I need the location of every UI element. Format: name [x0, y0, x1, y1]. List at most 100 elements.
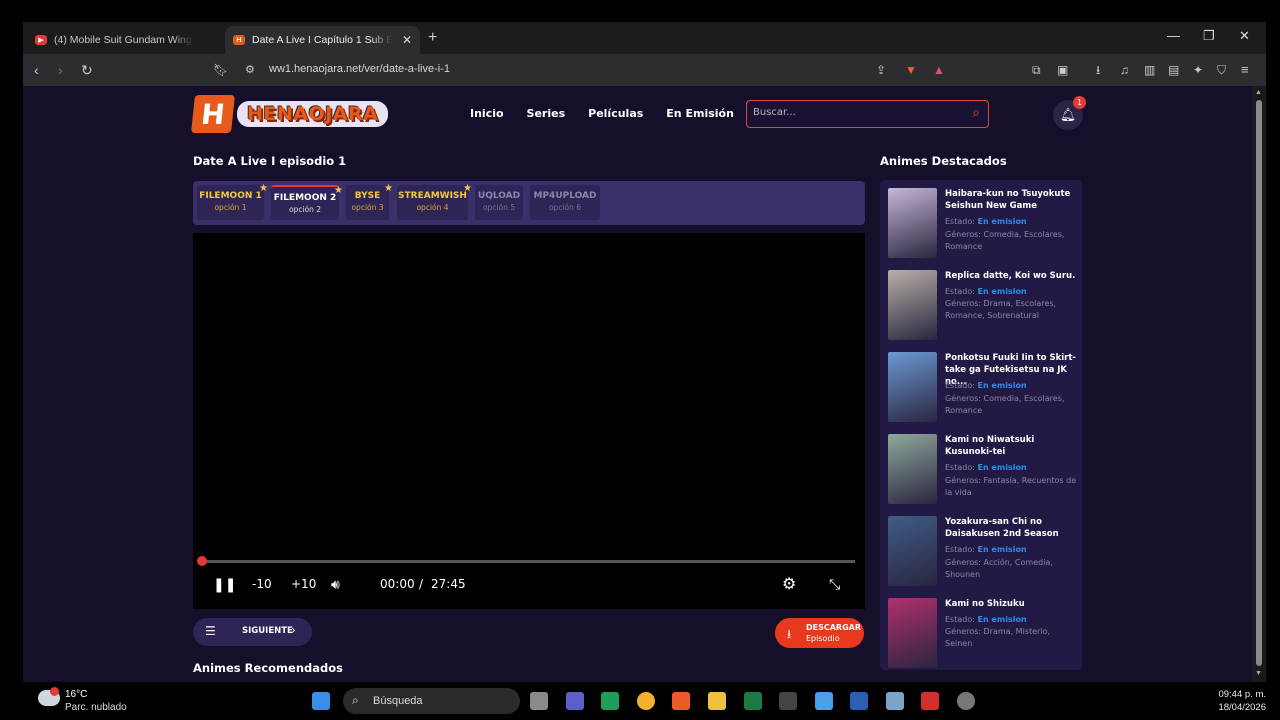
start-button-icon[interactable] — [312, 692, 330, 710]
teams-icon[interactable] — [566, 692, 584, 710]
progress-handle[interactable] — [197, 556, 207, 566]
status-label: Estado: — [945, 217, 975, 226]
clock-time: 09:44 p. m. — [1218, 689, 1266, 700]
image-viewer-icon[interactable] — [886, 692, 904, 710]
episode-list-icon[interactable]: ☰ — [205, 624, 216, 638]
anime-name[interactable]: Haibara-kun no Tsuyokute Seishun New Gam… — [945, 188, 1078, 212]
fullscreen-icon[interactable]: ⤡ — [829, 577, 840, 593]
scroll-thumb[interactable] — [1256, 100, 1262, 666]
forward-icon[interactable]: › — [58, 61, 63, 79]
nav-peliculas[interactable]: Películas — [588, 107, 643, 120]
taskbar-search[interactable]: ⌕ Búsqueda — [343, 688, 520, 714]
nav-inicio[interactable]: Inicio — [470, 107, 504, 120]
acrobat-icon[interactable] — [921, 692, 939, 710]
volume-icon[interactable]: 🔊︎ — [331, 577, 340, 593]
page-scrollbar[interactable]: ▲ ▼ — [1252, 86, 1266, 682]
app-icon[interactable] — [957, 692, 975, 710]
anime-name[interactable]: Kami no Niwatsuki Kusunoki-tei — [945, 434, 1078, 458]
chevron-right-icon[interactable]: › — [291, 623, 296, 637]
tab-henaojara[interactable]: H Date A Live I Capítulo 1 Sub Español ✕ — [225, 26, 420, 54]
brave-icon[interactable] — [672, 692, 690, 710]
search-input[interactable] — [753, 107, 953, 118]
screenshot-icon[interactable]: ▣ — [1057, 61, 1068, 79]
server-option[interactable]: UQLOAD opción 5 — [475, 185, 523, 220]
system-clock[interactable]: 09:44 p. m. 18/04/2026 — [1180, 688, 1266, 714]
anime-name[interactable]: Replica datte, Koi wo Suru. — [945, 270, 1078, 282]
anime-cover[interactable] — [888, 188, 937, 258]
anime-name[interactable]: Kami no Shizuku — [945, 598, 1078, 610]
featured-item[interactable]: Replica datte, Koi wo Suru. Estado: En e… — [888, 270, 1078, 342]
music-icon[interactable]: ♫ — [1120, 61, 1129, 79]
chrome-icon[interactable] — [637, 692, 655, 710]
video-player[interactable]: ❚❚ -10 +10 🔊︎ 00:00 / 27:45 ⚙ ⤡ — [193, 233, 865, 609]
rewind-button[interactable]: -10 — [252, 577, 272, 591]
word-icon[interactable] — [850, 692, 868, 710]
server-option[interactable]: STREAMWISH opción 4 ★ — [397, 183, 472, 220]
sidebar-icon[interactable]: ▥ — [1144, 61, 1155, 79]
genres-label: Géneros: — [945, 394, 981, 403]
tab-youtube[interactable]: ▶ (4) Mobile Suit Gundam Wing - Opening — [27, 26, 215, 54]
anime-cover[interactable] — [888, 516, 937, 586]
pause-icon[interactable]: ❚❚ — [213, 577, 236, 593]
star-icon: ★ — [463, 183, 472, 194]
anime-cover[interactable] — [888, 270, 937, 340]
minimize-icon[interactable]: — — [1167, 28, 1180, 43]
excel-icon[interactable] — [744, 692, 762, 710]
vpn-icon[interactable]: ⛉ — [1217, 61, 1226, 79]
server-option[interactable]: FILEMOON 1 opción 1 ★ — [197, 183, 268, 220]
featured-item[interactable]: Yozakura-san Chi no Daisakusen 2nd Seaso… — [888, 516, 1078, 588]
server-option[interactable]: MP4UPLOAD opción 6 — [530, 185, 600, 220]
task-view-icon[interactable] — [530, 692, 548, 710]
anime-genres: Géneros: Comedia, Escolares, Romance — [945, 393, 1078, 416]
reload-icon[interactable]: ↻ — [81, 61, 93, 79]
leo-ai-icon[interactable]: ✦ — [1193, 61, 1203, 79]
share-icon[interactable]: ⇪ — [876, 61, 886, 79]
featured-item[interactable]: Kami no Niwatsuki Kusunoki-tei Estado: E… — [888, 434, 1078, 506]
app-icon[interactable] — [601, 692, 619, 710]
logo-text: HENAOJARA — [237, 101, 389, 127]
brave-rewards-icon[interactable]: ▲ — [933, 61, 945, 79]
anime-name[interactable]: Yozakura-san Chi no Daisakusen 2nd Seaso… — [945, 516, 1078, 540]
featured-item[interactable]: Ponkotsu Fuuki Iin to Skirt-take ga Fute… — [888, 352, 1078, 424]
scroll-down-icon[interactable]: ▼ — [1255, 670, 1262, 677]
download-button[interactable]: ⭳ DESCARGAR Episodio — [775, 618, 864, 648]
download-sub: Episodio — [806, 634, 840, 643]
anime-cover[interactable] — [888, 352, 937, 422]
extensions-icon[interactable]: ⧉ — [1032, 61, 1041, 79]
menu-icon[interactable]: ≡ — [1241, 61, 1249, 79]
nav-en-emision[interactable]: En Emisión — [666, 107, 734, 120]
new-tab-button[interactable]: + — [428, 29, 437, 47]
notepad-icon[interactable] — [815, 692, 833, 710]
progress-bar[interactable] — [203, 560, 855, 563]
address-bar[interactable]: ww1.henaojara.net/ver/date-a-live-i-1 — [269, 63, 450, 75]
main-nav: Inicio Series Películas En Emisión — [470, 107, 757, 120]
anime-cover[interactable] — [888, 434, 937, 504]
download-label: DESCARGAR — [806, 623, 862, 632]
browser-window: ▶ (4) Mobile Suit Gundam Wing - Opening … — [23, 22, 1266, 682]
scroll-up-icon[interactable]: ▲ — [1255, 89, 1262, 96]
restore-icon[interactable]: ❐ — [1203, 28, 1215, 44]
file-explorer-icon[interactable] — [708, 692, 726, 710]
wallet-icon[interactable]: ▤ — [1168, 61, 1179, 79]
downloads-icon[interactable]: ⭳ — [1096, 61, 1100, 79]
site-logo[interactable]: H HENAOJARA — [191, 95, 389, 133]
forward-button[interactable]: +10 — [291, 577, 316, 591]
brave-shield-icon[interactable]: ▼ — [905, 61, 917, 79]
anime-cover[interactable] — [888, 598, 937, 668]
nav-series[interactable]: Series — [527, 107, 566, 120]
site-settings-icon[interactable]: ⚙ — [245, 61, 255, 79]
server-option[interactable]: BYSE opción 3 ★ — [346, 183, 393, 220]
settings-gear-icon[interactable]: ⚙ — [782, 574, 796, 593]
close-window-icon[interactable]: ✕ — [1239, 28, 1250, 44]
featured-item[interactable]: Kami no Shizuku Estado: En emision Géner… — [888, 598, 1078, 670]
close-tab-icon[interactable]: ✕ — [402, 33, 412, 47]
search-icon[interactable]: ⌕ — [972, 105, 980, 121]
bookmark-icon[interactable]: 🔖︎ — [213, 61, 228, 79]
server-option-active[interactable]: FILEMOON 2 opción 2 ★ — [271, 185, 343, 220]
back-icon[interactable]: ‹ — [34, 61, 39, 79]
notion-icon[interactable] — [779, 692, 797, 710]
featured-item[interactable]: Haibara-kun no Tsuyokute Seishun New Gam… — [888, 188, 1078, 260]
star-icon: ★ — [384, 183, 393, 194]
next-episode-button[interactable]: SIGUIENTE — [242, 626, 293, 636]
clock-date: 18/04/2026 — [1218, 702, 1266, 713]
